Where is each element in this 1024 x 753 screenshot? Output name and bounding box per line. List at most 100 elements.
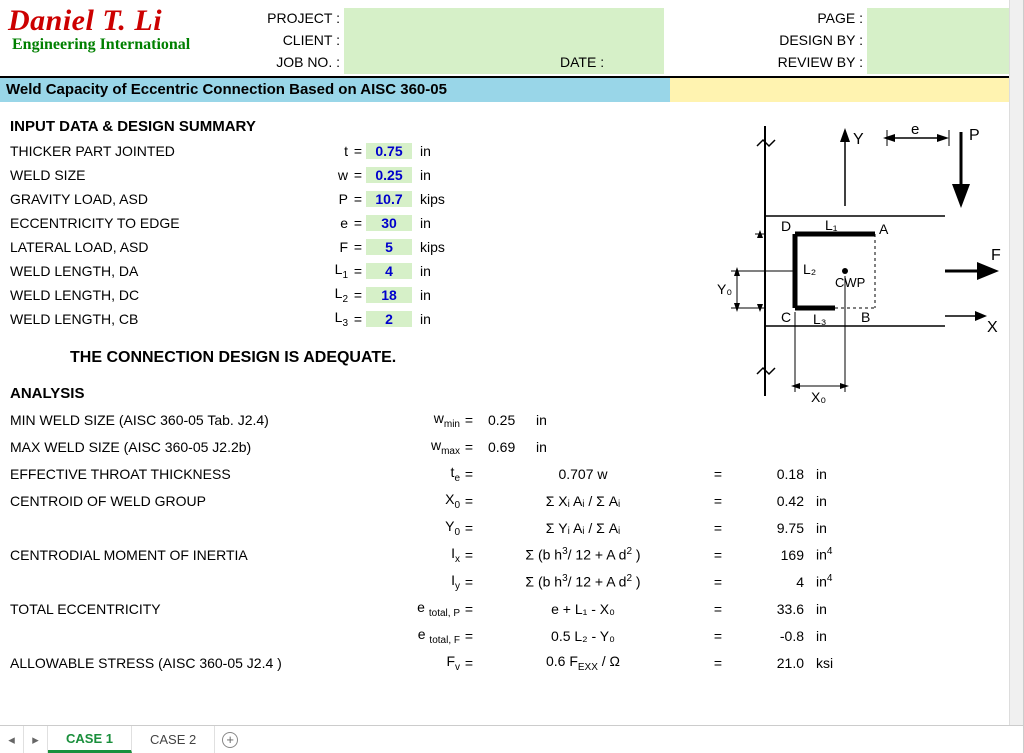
input-value[interactable]: 18 — [366, 287, 412, 303]
input-value[interactable]: 30 — [366, 215, 412, 231]
client-label: CLIENT : — [230, 32, 340, 54]
tab-add-sheet[interactable]: + — [215, 726, 245, 753]
analysis-unit: in — [808, 520, 858, 536]
logo-subtitle: Engineering International — [8, 36, 190, 54]
input-symbol: F — [310, 239, 350, 255]
input-value[interactable]: 10.7 — [366, 191, 412, 207]
equals-sign: = — [350, 191, 366, 207]
plus-icon: + — [222, 732, 238, 748]
input-unit: in — [412, 143, 462, 159]
title-bar: Weld Capacity of Eccentric Connection Ba… — [0, 78, 1023, 102]
spreadsheet-page: Daniel T. Li Engineering International P… — [0, 0, 1024, 753]
analysis-symbol: Ix — [330, 545, 460, 565]
page-label: PAGE : — [753, 10, 863, 32]
analysis-symbol: Fv — [330, 653, 460, 673]
analysis-expression: e + L₁ - X₀ — [478, 601, 688, 617]
analysis-section: ANALYSIS MIN WELD SIZE (AISC 360-05 Tab.… — [10, 385, 1013, 676]
input-unit: in — [412, 215, 462, 231]
analysis-expression: Σ (b h3/ 12 + A d2 ) — [478, 573, 688, 590]
analysis-unit: in4 — [808, 546, 858, 563]
analysis-row: Iy=Σ (b h3/ 12 + A d2 )=4in4 — [10, 568, 1013, 595]
equals-sign: = — [688, 574, 748, 590]
meta-input-left[interactable] — [344, 8, 664, 74]
label-L3: L₃ — [813, 311, 827, 327]
analysis-symbol: X0 — [330, 491, 460, 511]
tab-case-2[interactable]: CASE 2 — [132, 726, 215, 753]
input-value[interactable]: 0.75 — [366, 143, 412, 159]
analysis-symbol: wmax — [330, 437, 460, 457]
label-D: D — [781, 218, 791, 234]
equals-sign: = — [688, 601, 748, 617]
tab-case-1[interactable]: CASE 1 — [48, 726, 132, 753]
analysis-row: MIN WELD SIZE (AISC 360-05 Tab. J2.4)wmi… — [10, 406, 1013, 433]
analysis-symbol: Iy — [330, 572, 460, 592]
input-unit: kips — [412, 191, 462, 207]
equals-sign: = — [688, 547, 748, 563]
analysis-unit: in — [808, 493, 858, 509]
analysis-rows: MIN WELD SIZE (AISC 360-05 Tab. J2.4)wmi… — [10, 406, 1013, 676]
date-label: DATE : — [560, 54, 604, 70]
equals-sign: = — [460, 628, 478, 644]
equals-sign: = — [350, 143, 366, 159]
analysis-label: MIN WELD SIZE (AISC 360-05 Tab. J2.4) — [10, 412, 330, 428]
analysis-unit: ksi — [808, 655, 858, 671]
input-label: ECCENTRICITY TO EDGE — [10, 215, 310, 231]
input-value[interactable]: 0.25 — [366, 167, 412, 183]
equals-sign: = — [350, 311, 366, 327]
label-P: P — [969, 127, 980, 144]
input-symbol: L1 — [310, 261, 350, 281]
meta-labels-left: PROJECT : CLIENT : JOB NO. : — [230, 10, 340, 76]
label-X: X — [987, 319, 998, 336]
input-value[interactable]: 2 — [366, 311, 412, 327]
equals-sign: = — [460, 601, 478, 617]
label-A: A — [879, 221, 889, 237]
analysis-expression: 0.6 FEXX / Ω — [478, 653, 688, 673]
jobno-label: JOB NO. : — [230, 54, 340, 76]
analysis-value: 9.75 — [748, 520, 808, 536]
analysis-unit: in — [528, 412, 578, 428]
analysis-row: Y0=Σ Yᵢ Aᵢ / Σ Aᵢ=9.75in — [10, 514, 1013, 541]
sheet-tabs: ◂ ▸ CASE 1 CASE 2 + — [0, 725, 1023, 753]
analysis-label: ALLOWABLE STRESS (AISC 360-05 J2.4 ) — [10, 655, 330, 671]
label-X0: X₀ — [811, 389, 826, 405]
input-value[interactable]: 4 — [366, 263, 412, 279]
analysis-value: 0.18 — [748, 466, 808, 482]
header-block: Daniel T. Li Engineering International P… — [0, 0, 1023, 78]
analysis-row: EFFECTIVE THROAT THICKNESSte=0.707 w=0.1… — [10, 460, 1013, 487]
label-cwp: CWP — [835, 275, 865, 290]
input-symbol: t — [310, 143, 350, 159]
equals-sign: = — [460, 655, 478, 671]
analysis-value: 0.69 — [478, 439, 688, 455]
analysis-row: CENTROID OF WELD GROUPX0=Σ Xᵢ Aᵢ / Σ Aᵢ=… — [10, 487, 1013, 514]
analysis-expression: Σ Yᵢ Aᵢ / Σ Aᵢ — [478, 520, 688, 536]
tab-nav-prev[interactable]: ▸ — [24, 726, 48, 753]
meta-input-right[interactable] — [867, 8, 1017, 74]
analysis-row: TOTAL ECCENTRICITYe total, P=e + L₁ - X₀… — [10, 595, 1013, 622]
tab-nav-first[interactable]: ◂ — [0, 726, 24, 753]
equals-sign: = — [688, 493, 748, 509]
input-label: WELD LENGTH, DA — [10, 263, 310, 279]
equals-sign: = — [460, 520, 478, 536]
analysis-label: EFFECTIVE THROAT THICKNESS — [10, 466, 330, 482]
analysis-value: 33.6 — [748, 601, 808, 617]
document-title: Weld Capacity of Eccentric Connection Ba… — [0, 78, 670, 102]
vertical-scrollbar[interactable] — [1009, 0, 1023, 725]
analysis-symbol: e total, P — [330, 599, 460, 619]
weld-diagram: Y e P CWP D A — [665, 116, 1005, 406]
analysis-row: CENTRODIAL MOMENT OF INERTIAIx=Σ (b h3/ … — [10, 541, 1013, 568]
label-Y: Y — [853, 131, 864, 148]
input-value[interactable]: 5 — [366, 239, 412, 255]
analysis-value: 0.42 — [748, 493, 808, 509]
label-L2: L₂ — [803, 261, 816, 277]
analysis-symbol: e total, F — [330, 626, 460, 646]
analysis-expression: 0.707 w — [478, 466, 688, 482]
analysis-value: 0.25 — [478, 412, 688, 428]
analysis-value: 21.0 — [748, 655, 808, 671]
input-label: THICKER PART JOINTED — [10, 143, 310, 159]
input-unit: in — [412, 287, 462, 303]
input-symbol: L2 — [310, 285, 350, 305]
meta-labels-right: PAGE : DESIGN BY : REVIEW BY : — [753, 10, 863, 76]
equals-sign: = — [688, 628, 748, 644]
input-label: GRAVITY LOAD, ASD — [10, 191, 310, 207]
input-unit: in — [412, 167, 462, 183]
